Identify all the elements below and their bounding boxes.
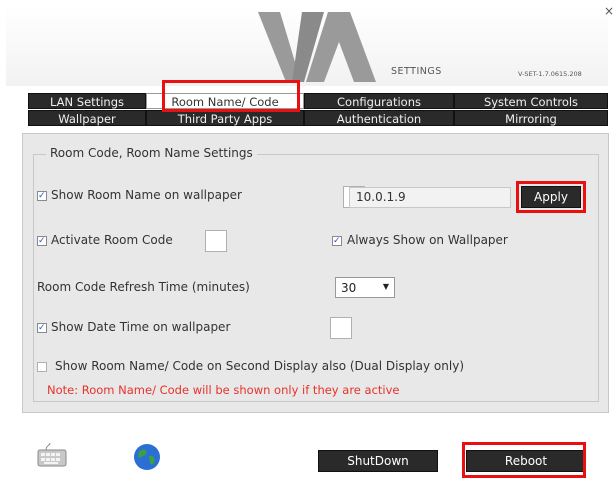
group-title: Room Code, Room Name Settings — [46, 146, 257, 160]
tab-authentication[interactable]: Authentication — [304, 110, 454, 126]
show-room-name-label: Show Room Name on wallpaper — [51, 188, 242, 202]
always-show-checkbox[interactable]: ✓ — [332, 236, 342, 246]
tab-bar: LAN Settings Room Name/ Code Configurati… — [28, 93, 608, 133]
activate-room-code-label: Activate Room Code — [51, 233, 173, 247]
keyboard-icon[interactable] — [34, 442, 70, 470]
check-icon: ✓ — [38, 323, 46, 333]
tab-system-controls[interactable]: System Controls — [454, 93, 608, 109]
note-text: Note: Room Name/ Code will be shown only… — [47, 383, 400, 397]
show-room-name-checkbox[interactable]: ✓ — [37, 191, 47, 201]
second-display-label: Show Room Name/ Code on Second Display a… — [55, 359, 464, 373]
tab-mirroring[interactable]: Mirroring — [454, 110, 608, 126]
version-label: V-SET-1.7.0615.208 — [518, 70, 582, 78]
show-date-time-label: Show Date Time on wallpaper — [51, 320, 231, 334]
tab-lan-settings[interactable]: LAN Settings — [28, 93, 146, 109]
via-logo — [258, 12, 376, 82]
via-settings-window: SETTINGS V-SET-1.7.0615.208 × LAN Settin… — [0, 0, 615, 490]
room-code-color-box[interactable] — [205, 230, 227, 252]
refresh-time-select[interactable]: 30 ▼ — [335, 277, 395, 298]
globe-icon[interactable] — [132, 442, 162, 472]
activate-room-code-checkbox[interactable]: ✓ — [37, 236, 47, 246]
reboot-button[interactable]: Reboot — [466, 450, 586, 472]
refresh-time-label: Room Code Refresh Time (minutes) — [37, 280, 250, 294]
tab-wallpaper[interactable]: Wallpaper — [28, 110, 146, 126]
always-show-label: Always Show on Wallpaper — [347, 233, 508, 247]
shutdown-button[interactable]: ShutDown — [318, 450, 438, 472]
check-icon: ✓ — [38, 236, 46, 246]
check-icon: ✓ — [38, 191, 46, 201]
tab-room-name-code[interactable]: Room Name/ Code — [146, 93, 304, 109]
refresh-time-value: 30 — [341, 281, 357, 295]
second-display-checkbox[interactable] — [37, 362, 47, 372]
room-name-field[interactable]: 10.0.1.9 — [349, 187, 511, 208]
tab-third-party-apps[interactable]: Third Party Apps — [146, 110, 304, 126]
settings-label: SETTINGS — [391, 66, 442, 77]
tab-configurations[interactable]: Configurations — [304, 93, 454, 109]
show-date-time-checkbox[interactable]: ✓ — [37, 323, 47, 333]
header-bar: SETTINGS V-SET-1.7.0615.208 — [6, 4, 608, 86]
check-icon: ✓ — [333, 236, 341, 246]
apply-button[interactable]: Apply — [521, 186, 581, 208]
close-icon[interactable]: × — [604, 4, 614, 18]
date-time-color-box[interactable] — [330, 317, 352, 339]
chevron-down-icon: ▼ — [382, 282, 389, 291]
